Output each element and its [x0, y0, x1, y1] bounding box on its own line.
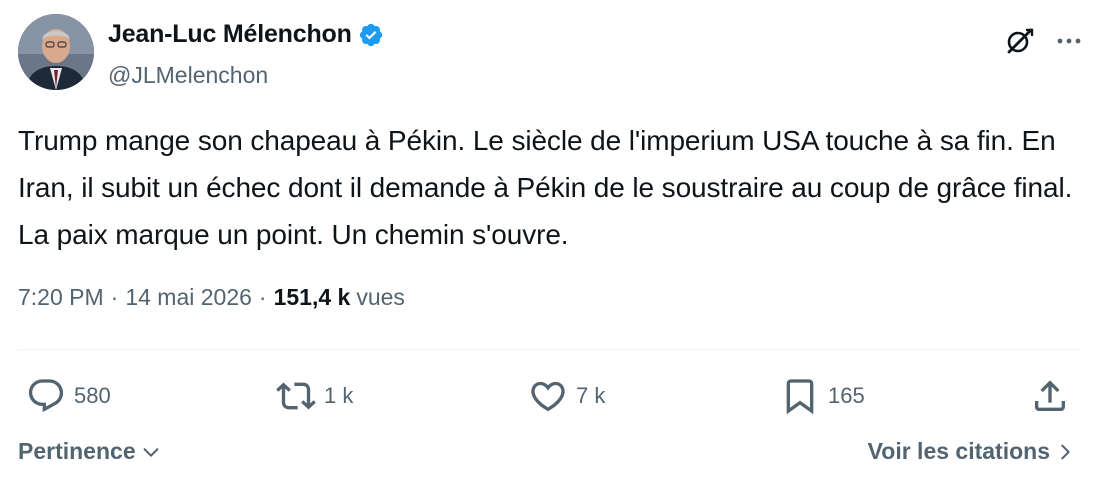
avatar[interactable]: [18, 14, 94, 90]
tweet-time[interactable]: 7:20 PM: [18, 284, 104, 311]
verified-badge-icon[interactable]: [358, 22, 384, 48]
tweet-meta: 7:20 PM · 14 mai 2026 · 151,4 k vues: [18, 284, 405, 311]
author-handle[interactable]: @JLMelenchon: [108, 62, 268, 89]
replies-footer: Pertinence Voir les citations: [18, 438, 1076, 474]
views-count[interactable]: 151,4 k: [274, 284, 351, 311]
reply-icon: [28, 379, 64, 413]
quotes-label: Voir les citations: [867, 438, 1050, 464]
tweet-card: Jean-Luc Mélenchon @JLMelenchon Trump ma…: [0, 0, 1106, 490]
more-icon[interactable]: [1054, 26, 1084, 56]
meta-separator: ·: [110, 284, 119, 310]
share-button[interactable]: [1030, 376, 1070, 416]
sort-dropdown[interactable]: Pertinence: [18, 438, 162, 465]
meta-separator: ·: [258, 284, 267, 310]
view-quotes-link[interactable]: Voir les citations: [868, 438, 1076, 465]
tweet-text: Trump mange son chapeau à Pékin. Le sièc…: [18, 125, 1073, 250]
chevron-right-icon: [1061, 444, 1070, 459]
reply-button[interactable]: 580: [26, 376, 111, 416]
share-icon: [1035, 380, 1065, 411]
bookmark-icon: [786, 379, 814, 415]
bookmark-button[interactable]: 165: [780, 376, 865, 416]
repost-count: 1 k: [324, 383, 354, 408]
like-button[interactable]: 7 k: [528, 376, 605, 416]
like-count: 7 k: [576, 383, 606, 408]
bookmark-count: 165: [828, 383, 865, 408]
chevron-down-icon: [143, 447, 159, 457]
repost-button[interactable]: 1 k: [276, 376, 353, 416]
views-label: vues: [356, 284, 405, 310]
reply-count: 580: [74, 383, 111, 408]
tweet-header: Jean-Luc Mélenchon @JLMelenchon: [18, 14, 1084, 94]
heart-icon: [531, 381, 565, 412]
sort-label: Pertinence: [18, 438, 136, 464]
header-actions: [1002, 24, 1084, 58]
grok-icon[interactable]: [1002, 24, 1036, 58]
tweet-date[interactable]: 14 mai 2026: [125, 284, 252, 311]
name-row: Jean-Luc Mélenchon: [108, 20, 384, 49]
engagement-bar: 580 1 k 7 k 165: [18, 376, 1080, 420]
repost-icon: [276, 382, 316, 410]
divider: [18, 349, 1080, 350]
avatar-image: [18, 14, 94, 90]
author-display-name[interactable]: Jean-Luc Mélenchon: [108, 20, 352, 49]
